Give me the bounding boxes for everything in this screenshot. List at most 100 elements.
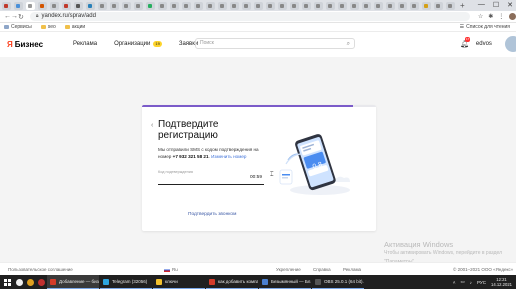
taskbar-app[interactable]: Безымянный — Бл... xyxy=(259,275,311,289)
browser-tab[interactable] xyxy=(26,1,35,10)
browser-tab[interactable] xyxy=(146,1,155,10)
browser-tab[interactable] xyxy=(2,1,11,10)
yandex-business-logo[interactable]: Я Бизнес xyxy=(7,40,73,49)
sms-description: Мы отправили SMS с кодом подтверждения н… xyxy=(158,146,270,160)
footer-link-help[interactable]: Справка xyxy=(313,267,331,272)
taskbar-app-label: Telegram (32056) xyxy=(112,279,148,284)
confirmation-code-input[interactable] xyxy=(158,173,264,185)
browser-tab[interactable] xyxy=(374,1,383,10)
app-icon xyxy=(315,278,321,285)
input-language[interactable]: РУС xyxy=(477,280,486,285)
reading-list[interactable]: ☰ Список для чтения xyxy=(460,24,510,30)
browser-tab[interactable] xyxy=(218,1,227,10)
browser-tab[interactable] xyxy=(182,1,191,10)
browser-tab[interactable] xyxy=(446,1,455,10)
back-button[interactable]: ← xyxy=(4,13,11,20)
bookmark-aktsii[interactable]: акции xyxy=(64,24,85,30)
browser-tab[interactable] xyxy=(266,1,275,10)
logo-ya: Я xyxy=(7,39,13,49)
bookmark-services[interactable]: Сервисы xyxy=(4,24,32,30)
browser-tab[interactable] xyxy=(122,1,131,10)
taskbar-pinned-app[interactable] xyxy=(14,275,25,289)
close-window-button[interactable]: ✕ xyxy=(507,1,513,9)
browser-tab[interactable] xyxy=(422,1,431,10)
new-tab-button[interactable]: + xyxy=(460,1,465,10)
browser-tab[interactable] xyxy=(398,1,407,10)
minimize-button[interactable]: — xyxy=(478,1,485,9)
url-field[interactable]: 🔒︎ yandex.ru/sprav/add xyxy=(29,12,470,21)
taskbar-pinned-app[interactable] xyxy=(36,275,47,289)
footer-link-1[interactable]: Укрепление xyxy=(276,267,301,272)
browser-tab[interactable] xyxy=(194,1,203,10)
browser-tab[interactable] xyxy=(302,1,311,10)
browser-tab[interactable] xyxy=(242,1,251,10)
taskbar-app[interactable]: Добавление — бизн... xyxy=(47,275,99,289)
language-label: Ru xyxy=(172,267,178,272)
browser-tab[interactable] xyxy=(290,1,299,10)
forward-button[interactable]: → xyxy=(11,13,18,20)
nav-organizations[interactable]: Организации 19 xyxy=(114,41,162,47)
browser-tab[interactable] xyxy=(350,1,359,10)
browser-tab[interactable] xyxy=(386,1,395,10)
app-icon xyxy=(156,278,162,285)
menu-dots-icon[interactable]: ⋮ xyxy=(498,13,504,20)
browser-tab[interactable] xyxy=(158,1,167,10)
extensions-icon[interactable]: ✱ xyxy=(488,13,493,20)
windows-taskbar: Добавление — бизн... Telegram (32056) ключ… xyxy=(0,275,516,289)
browser-tab[interactable] xyxy=(206,1,215,10)
search-input[interactable]: Поиск ⌕ xyxy=(195,38,355,49)
change-number-link[interactable]: Изменить номер xyxy=(211,154,246,159)
browser-tab[interactable] xyxy=(362,1,371,10)
browser-tab[interactable] xyxy=(110,1,119,10)
organizations-count-badge: 19 xyxy=(153,41,162,47)
pinned-app-icon xyxy=(27,278,34,286)
volume-icon[interactable]: ♪ xyxy=(470,280,472,285)
browser-tab[interactable] xyxy=(338,1,347,10)
browser-tab[interactable] xyxy=(230,1,239,10)
browser-tab[interactable] xyxy=(86,1,95,10)
browser-tab[interactable] xyxy=(410,1,419,10)
reload-button[interactable]: ↻ xyxy=(18,13,24,21)
browser-tab[interactable] xyxy=(98,1,107,10)
taskbar-pinned-app[interactable] xyxy=(25,275,36,289)
browser-tab[interactable] xyxy=(170,1,179,10)
pinned-app-icon xyxy=(38,278,45,286)
username[interactable]: edvos xyxy=(476,41,492,47)
search-icon[interactable]: ⌕ xyxy=(347,40,350,49)
browser-tab[interactable] xyxy=(50,1,59,10)
browser-tab-strip: + — ☐ ✕ xyxy=(0,0,516,11)
start-button[interactable] xyxy=(0,275,14,289)
nav-reklama[interactable]: Реклама xyxy=(73,41,97,47)
user-agreement-link[interactable]: Пользовательское соглашение xyxy=(8,267,73,272)
card-plate-line xyxy=(282,177,288,179)
browser-tab[interactable] xyxy=(134,1,143,10)
tray-chevron-icon[interactable]: ˄ xyxy=(453,280,456,285)
confirm-by-call-link[interactable]: Подтвердить звонком xyxy=(188,212,236,217)
network-icon[interactable]: ▭ xyxy=(461,279,465,285)
taskbar-app[interactable]: Telegram (32056) xyxy=(100,275,152,289)
browser-tab[interactable] xyxy=(62,1,71,10)
browser-tab[interactable] xyxy=(74,1,83,10)
taskbar-app[interactable]: OBS 25.0.1 (64 bit)... xyxy=(312,275,364,289)
star-icon[interactable]: ☆ xyxy=(478,13,483,20)
system-clock[interactable]: 12:21 14.12.2021 xyxy=(491,277,512,287)
address-bar-row: ← → ↻ 🔒︎ yandex.ru/sprav/add ☆ ✱ ⋮ xyxy=(0,11,516,23)
profile-avatar[interactable] xyxy=(509,13,516,20)
browser-tab[interactable] xyxy=(314,1,323,10)
language-switch[interactable]: Ru xyxy=(164,267,178,272)
bookmark-seo[interactable]: seo xyxy=(40,24,56,30)
notifications-bell[interactable]: 🔔︎ 17 xyxy=(460,37,471,48)
footer-link-ads[interactable]: Реклама xyxy=(343,267,361,272)
maximize-button[interactable]: ☐ xyxy=(493,1,499,9)
back-arrow-icon[interactable]: ‹ xyxy=(151,122,153,129)
user-avatar[interactable] xyxy=(505,36,516,52)
browser-tab[interactable] xyxy=(254,1,263,10)
taskbar-app[interactable]: как добавить компа... xyxy=(206,275,258,289)
browser-tab[interactable] xyxy=(278,1,287,10)
browser-tab[interactable] xyxy=(14,1,23,10)
browser-tab[interactable] xyxy=(434,1,443,10)
browser-tab[interactable] xyxy=(38,1,47,10)
browser-tab[interactable] xyxy=(326,1,335,10)
apps-grid-icon xyxy=(4,25,9,29)
taskbar-app[interactable]: ключи xyxy=(153,275,205,289)
